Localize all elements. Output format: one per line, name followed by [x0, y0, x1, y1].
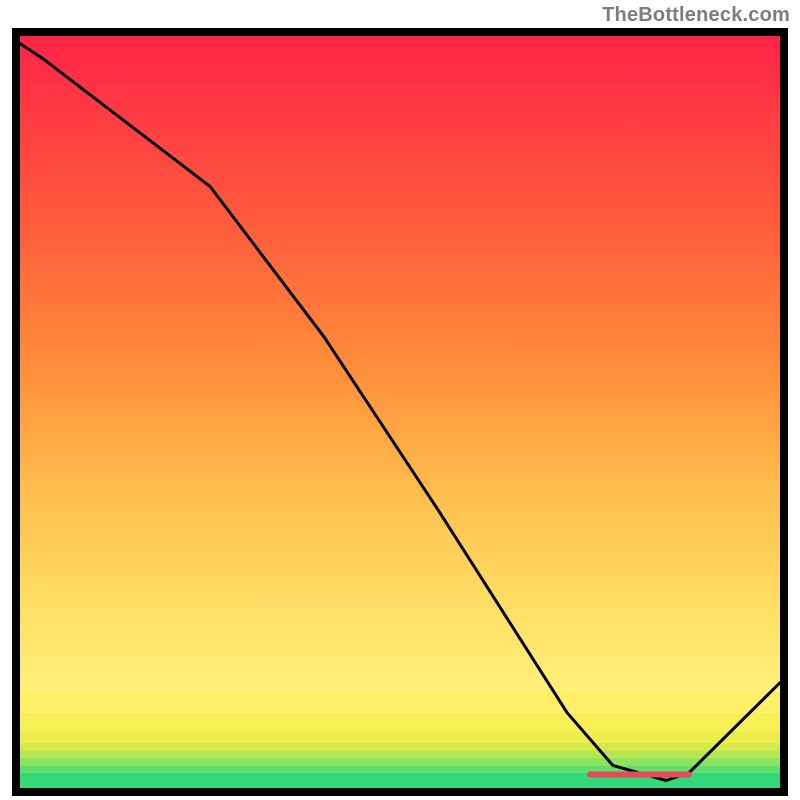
background-bands [20, 36, 780, 788]
attribution-text: TheBottleneck.com [602, 4, 790, 27]
plot-area [12, 28, 788, 796]
plot-svg [12, 28, 788, 796]
chart-stage: TheBottleneck.com [0, 0, 800, 800]
